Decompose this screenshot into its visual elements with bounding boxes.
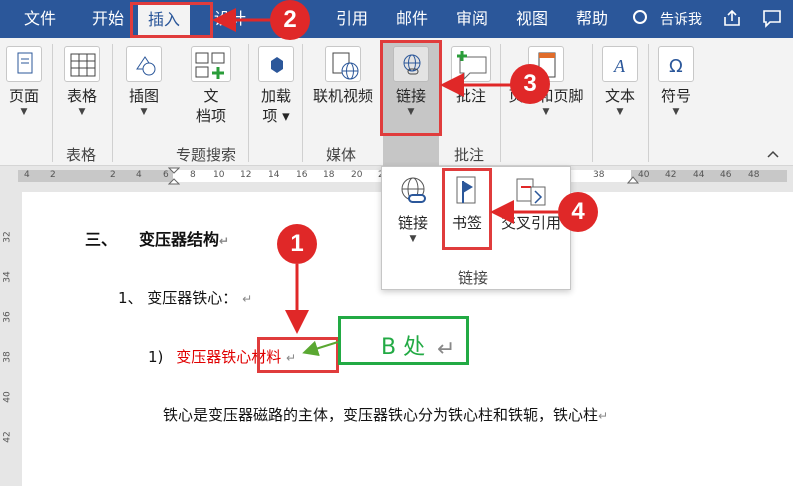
- step-2-badge: 2: [270, 0, 310, 40]
- step-4-badge: 4: [558, 192, 598, 232]
- step-1-badge: 1: [277, 224, 317, 264]
- annotation-arrows: [212, 8, 558, 357]
- arrow-b: [302, 340, 339, 357]
- step-3-badge: 3: [510, 64, 550, 104]
